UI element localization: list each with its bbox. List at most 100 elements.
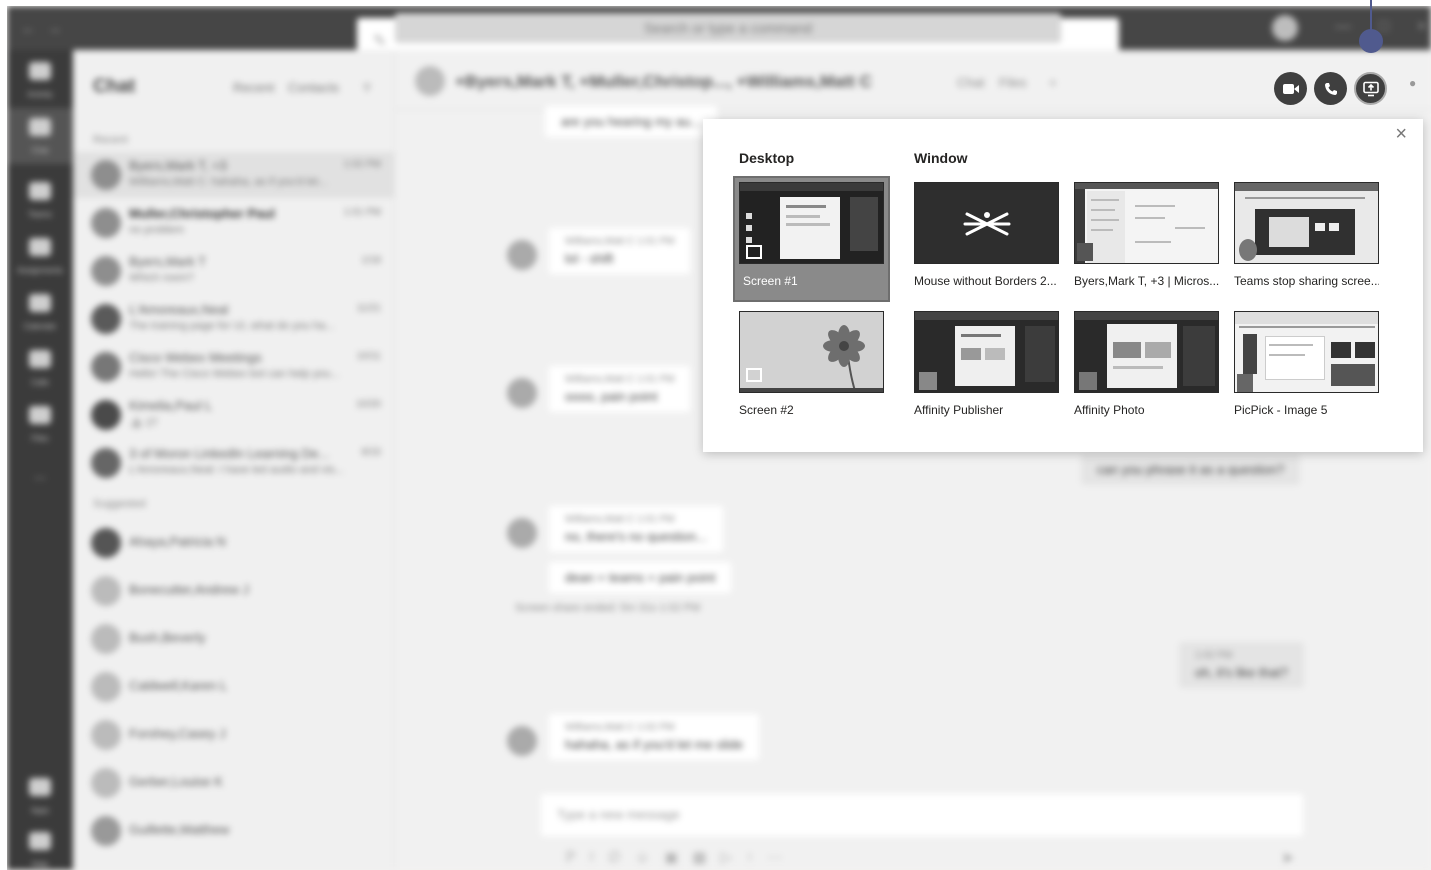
minimize-icon[interactable]: — bbox=[1335, 18, 1351, 36]
forward-icon[interactable]: → bbox=[47, 20, 62, 37]
suggested-item[interactable]: Guillette,Matthew bbox=[73, 808, 395, 854]
tab-add[interactable]: + bbox=[1049, 75, 1057, 90]
window-label: Teams stop sharing scree... bbox=[1234, 274, 1379, 288]
window-tile-picpick[interactable]: PicPick - Image 5 bbox=[1234, 311, 1379, 421]
conversation-title[interactable]: +Byers,Mark T, +Muller,Christop..., +Wil… bbox=[455, 72, 872, 92]
window-thumbnail bbox=[1234, 182, 1379, 264]
group-avatar bbox=[415, 66, 445, 96]
avatar bbox=[91, 256, 121, 286]
rail-item-assignments[interactable]: Assignments bbox=[7, 238, 73, 278]
screen-1-label: Screen #1 bbox=[743, 274, 798, 288]
chat-item[interactable]: Byers,Mark T, +3 Williams,Matt C: hahaha… bbox=[73, 152, 395, 198]
phone-icon bbox=[29, 350, 51, 368]
share-screen-icon bbox=[1362, 81, 1379, 96]
window-tile-affinity-photo[interactable]: Affinity Photo bbox=[1074, 311, 1219, 421]
share-screen-button[interactable] bbox=[1354, 72, 1387, 105]
tab-files[interactable]: Files bbox=[999, 75, 1026, 90]
suggested-item[interactable]: Caldwell,Karen L bbox=[73, 664, 395, 710]
close-window-icon[interactable]: × bbox=[1417, 18, 1426, 36]
screen-1-thumbnail bbox=[739, 182, 884, 264]
video-call-button[interactable] bbox=[1274, 72, 1307, 105]
chat-item[interactable]: L'Amoreaux,Neal The training page for UI… bbox=[73, 296, 395, 342]
meet-icon[interactable]: ▷ bbox=[720, 849, 746, 866]
chat-item[interactable]: Cisco Webex Meetings Hello! The Cisco We… bbox=[73, 344, 395, 390]
search-input[interactable]: Search or type a command bbox=[395, 13, 1061, 43]
chat-item[interactable]: Byers,Mark T Which room? 1/18 bbox=[73, 248, 395, 294]
share-tray: × Desktop Window Screen #1 Mouse without… bbox=[703, 119, 1423, 452]
filter-icon[interactable]: ▿ bbox=[363, 77, 371, 97]
participants-icon[interactable]: ● bbox=[1409, 76, 1416, 90]
gif-icon[interactable]: ▣ bbox=[664, 849, 692, 866]
rail-item-files[interactable]: Files bbox=[7, 406, 73, 446]
avatar bbox=[507, 378, 537, 408]
rail-item-teams[interactable]: Teams bbox=[7, 182, 73, 222]
system-message: Screen share ended: 5m 31s 1:02 PM bbox=[515, 602, 701, 614]
message: Williams,Matt C 1:01 PM oooo, pain point bbox=[549, 366, 691, 412]
priority-icon[interactable]: ! bbox=[590, 849, 608, 866]
rail-item-activity[interactable]: Activity bbox=[7, 62, 73, 102]
window-label: Affinity Publisher bbox=[914, 403, 1004, 417]
chat-icon bbox=[29, 118, 51, 136]
send-icon[interactable]: ➤ bbox=[1281, 848, 1294, 868]
audio-call-button[interactable] bbox=[1314, 72, 1347, 105]
attach-icon[interactable]: ∅ bbox=[608, 849, 635, 866]
window-tile-mouse-without-borders[interactable]: Mouse without Borders 2... bbox=[914, 182, 1059, 292]
apps-icon bbox=[29, 778, 51, 796]
chat-item[interactable]: Kimelia,Paul L 👍 27 10/20 bbox=[73, 392, 395, 438]
avatar bbox=[91, 352, 121, 382]
rail-item-calendar[interactable]: Calendar bbox=[7, 294, 73, 334]
my-message: can you phrase it as a question? bbox=[1081, 454, 1301, 485]
window-label: PicPick - Image 5 bbox=[1234, 403, 1328, 417]
pointer-indicator-dot bbox=[1359, 29, 1383, 53]
chat-list: Chat Recent Contacts ▿ Recent Byers,Mark… bbox=[73, 50, 395, 870]
rail-item-help[interactable]: Help bbox=[7, 832, 73, 870]
chat-list-tabs: Recent Contacts bbox=[233, 80, 349, 95]
tab-contacts[interactable]: Contacts bbox=[288, 80, 339, 95]
rail-item-apps[interactable]: Apps bbox=[7, 778, 73, 818]
avatar bbox=[91, 624, 121, 654]
section-recent: Recent bbox=[93, 134, 128, 146]
window-tile-affinity-publisher[interactable]: Affinity Publisher bbox=[914, 311, 1059, 421]
screen-1-tile[interactable]: Screen #1 bbox=[733, 176, 895, 302]
chat-item[interactable]: 3 of Moron LinkedIn Learning De... L'Amo… bbox=[73, 440, 395, 486]
section-suggested: Suggested bbox=[93, 498, 146, 510]
message: are you hearing my au... bbox=[545, 106, 718, 137]
window-label: Mouse without Borders 2... bbox=[914, 274, 1057, 288]
chat-item[interactable]: Muller,Christopher Paul no problem 1:01 … bbox=[73, 200, 395, 246]
window-section-title: Window bbox=[914, 150, 968, 166]
mouse-without-borders-logo bbox=[963, 212, 1011, 236]
compose-input[interactable]: Type a new message bbox=[541, 794, 1303, 836]
suggested-item[interactable]: Ahaya,Patricia N bbox=[73, 520, 395, 566]
tab-recent[interactable]: Recent bbox=[233, 80, 274, 95]
tab-chat[interactable]: Chat bbox=[957, 75, 984, 90]
window-tile-teams-stop-sharing[interactable]: Teams stop sharing scree... bbox=[1234, 182, 1379, 292]
suggested-item[interactable]: Forshey,Casey J bbox=[73, 712, 395, 758]
avatar[interactable] bbox=[1272, 15, 1298, 41]
suggested-item[interactable]: Bonecutter,Andrew J bbox=[73, 568, 395, 614]
chat-list-title: Chat bbox=[93, 76, 136, 97]
my-message: 1:02 PM oh, it's like that? bbox=[1179, 642, 1304, 688]
window-thumbnail bbox=[1234, 311, 1379, 393]
close-icon[interactable]: × bbox=[1395, 123, 1407, 146]
avatar bbox=[507, 518, 537, 548]
sticker-icon[interactable]: ▩ bbox=[692, 849, 720, 866]
suggested-item[interactable]: Bush,Beverly bbox=[73, 616, 395, 662]
file-icon bbox=[29, 406, 51, 424]
screen-2-tile[interactable]: Screen #2 bbox=[739, 311, 884, 421]
format-icon[interactable]: ℙ bbox=[565, 849, 590, 866]
praise-icon[interactable]: ↑ bbox=[746, 849, 768, 866]
avatar bbox=[91, 160, 121, 190]
rail-item-more[interactable]: ... bbox=[7, 466, 73, 482]
rail-item-chat[interactable]: Chat bbox=[7, 108, 73, 164]
rail-item-calls[interactable]: Calls bbox=[7, 350, 73, 390]
phone-icon bbox=[1324, 82, 1337, 95]
emoji-icon[interactable]: ☺ bbox=[635, 849, 664, 866]
more-icon[interactable]: ⋯ bbox=[768, 849, 797, 866]
teams-icon bbox=[29, 182, 51, 200]
avatar bbox=[91, 768, 121, 798]
window-tile-teams-chat[interactable]: Byers,Mark T, +3 | Micros... bbox=[1074, 182, 1219, 292]
back-icon[interactable]: ← bbox=[21, 20, 36, 37]
suggested-item[interactable]: Gerber,Louise K bbox=[73, 760, 395, 806]
avatar bbox=[507, 240, 537, 270]
title-bar: ← → ✎ Search or type a command — □ × bbox=[7, 6, 1431, 60]
